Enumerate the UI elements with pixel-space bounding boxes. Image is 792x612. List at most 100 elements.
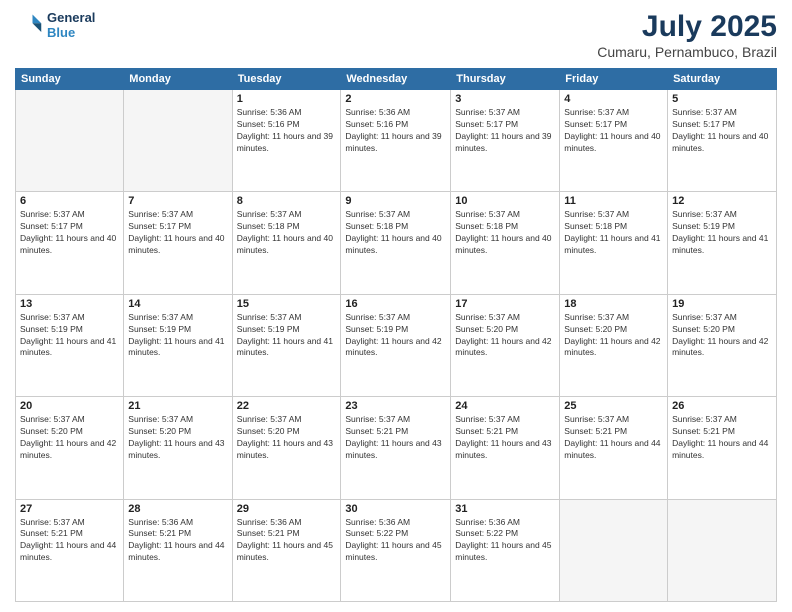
day-info: Sunrise: 5:37 AMSunset: 5:21 PMDaylight:… [672, 414, 772, 462]
day-info: Sunrise: 5:37 AMSunset: 5:19 PMDaylight:… [237, 312, 337, 360]
calendar-cell: 18 Sunrise: 5:37 AMSunset: 5:20 PMDayligh… [560, 294, 668, 396]
logo: General Blue [15, 10, 95, 40]
week-row-1: 1Sunrise: 5:36 AMSunset: 5:16 PMDaylight… [16, 90, 777, 192]
week-row-5: 27 Sunrise: 5:37 AMSunset: 5:21 PMDayligh… [16, 499, 777, 601]
day-number: 11 [564, 195, 663, 207]
day-number: 9 [345, 195, 446, 207]
day-info: Sunrise: 5:37 AMSunset: 5:21 PMDaylight:… [20, 517, 119, 565]
calendar-cell [668, 499, 777, 601]
weekday-header-thursday: Thursday [451, 69, 560, 90]
calendar-cell: 16 Sunrise: 5:37 AMSunset: 5:19 PMDayligh… [341, 294, 451, 396]
day-info: Sunrise: 5:37 AMSunset: 5:20 PMDaylight:… [455, 312, 555, 360]
calendar-cell: 23 Sunrise: 5:37 AMSunset: 5:21 PMDayligh… [341, 397, 451, 499]
day-number: 18 [564, 298, 663, 310]
day-info: Sunrise: 5:37 AMSunset: 5:21 PMDaylight:… [345, 414, 446, 462]
day-info: Sunrise: 5:36 AMSunset: 5:21 PMDaylight:… [128, 517, 227, 565]
day-info: Sunrise: 5:37 AMSunset: 5:21 PMDaylight:… [564, 414, 663, 462]
day-info: Sunrise: 5:37 AMSunset: 5:21 PMDaylight:… [455, 414, 555, 462]
day-info: Sunrise: 5:37 AMSunset: 5:18 PMDaylight:… [564, 209, 663, 257]
calendar-cell: 11 Sunrise: 5:37 AMSunset: 5:18 PMDayligh… [560, 192, 668, 294]
weekday-header-monday: Monday [124, 69, 232, 90]
calendar-cell: 17 Sunrise: 5:37 AMSunset: 5:20 PMDayligh… [451, 294, 560, 396]
day-info: Sunrise: 5:37 AMSunset: 5:17 PMDaylight:… [128, 209, 227, 257]
calendar-cell: 24Sunrise: 5:37 AMSunset: 5:21 PMDayligh… [451, 397, 560, 499]
day-number: 27 [20, 503, 119, 515]
day-number: 22 [237, 400, 337, 412]
calendar-cell: 1Sunrise: 5:36 AMSunset: 5:16 PMDaylight… [232, 90, 341, 192]
page: General Blue July 2025 Cumaru, Pernambuc… [0, 0, 792, 612]
day-info: Sunrise: 5:37 AMSunset: 5:19 PMDaylight:… [672, 209, 772, 257]
weekday-header-friday: Friday [560, 69, 668, 90]
calendar-cell: 3 Sunrise: 5:37 AMSunset: 5:17 PMDaylight… [451, 90, 560, 192]
calendar-cell: 25 Sunrise: 5:37 AMSunset: 5:21 PMDayligh… [560, 397, 668, 499]
day-number: 28 [128, 503, 227, 515]
day-number: 19 [672, 298, 772, 310]
calendar-cell: 2 Sunrise: 5:36 AMSunset: 5:16 PMDaylight… [341, 90, 451, 192]
day-number: 15 [237, 298, 337, 310]
day-number: 7 [128, 195, 227, 207]
calendar-cell: 31Sunrise: 5:36 AMSunset: 5:22 PMDayligh… [451, 499, 560, 601]
calendar-cell: 14 Sunrise: 5:37 AMSunset: 5:19 PMDayligh… [124, 294, 232, 396]
day-info: Sunrise: 5:37 AMSunset: 5:20 PMDaylight:… [564, 312, 663, 360]
day-info: Sunrise: 5:37 AMSunset: 5:17 PMDaylight:… [564, 107, 663, 155]
calendar-cell: 15 Sunrise: 5:37 AMSunset: 5:19 PMDayligh… [232, 294, 341, 396]
day-info: Sunrise: 5:37 AMSunset: 5:19 PMDaylight:… [20, 312, 119, 360]
calendar-cell [560, 499, 668, 601]
weekday-header-tuesday: Tuesday [232, 69, 341, 90]
day-number: 30 [345, 503, 446, 515]
week-row-3: 13 Sunrise: 5:37 AMSunset: 5:19 PMDayligh… [16, 294, 777, 396]
calendar-cell: 6 Sunrise: 5:37 AMSunset: 5:17 PMDaylight… [16, 192, 124, 294]
calendar-cell: 19 Sunrise: 5:37 AMSunset: 5:20 PMDayligh… [668, 294, 777, 396]
calendar-cell: 8 Sunrise: 5:37 AMSunset: 5:18 PMDaylight… [232, 192, 341, 294]
day-number: 25 [564, 400, 663, 412]
calendar-cell: 30Sunrise: 5:36 AMSunset: 5:22 PMDayligh… [341, 499, 451, 601]
day-info: Sunrise: 5:37 AMSunset: 5:20 PMDaylight:… [237, 414, 337, 462]
day-number: 16 [345, 298, 446, 310]
day-info: Sunrise: 5:37 AMSunset: 5:20 PMDaylight:… [128, 414, 227, 462]
header: General Blue July 2025 Cumaru, Pernambuc… [15, 10, 777, 60]
calendar-cell [16, 90, 124, 192]
day-info: Sunrise: 5:36 AMSunset: 5:22 PMDaylight:… [455, 517, 555, 565]
day-info: Sunrise: 5:37 AMSunset: 5:17 PMDaylight:… [455, 107, 555, 155]
day-info: Sunrise: 5:37 AMSunset: 5:17 PMDaylight:… [672, 107, 772, 155]
day-number: 13 [20, 298, 119, 310]
day-number: 21 [128, 400, 227, 412]
day-number: 23 [345, 400, 446, 412]
logo-text: General Blue [47, 10, 95, 40]
day-number: 4 [564, 93, 663, 105]
day-info: Sunrise: 5:37 AMSunset: 5:17 PMDaylight:… [20, 209, 119, 257]
day-number: 5 [672, 93, 772, 105]
day-number: 2 [345, 93, 446, 105]
day-info: Sunrise: 5:36 AMSunset: 5:16 PMDaylight:… [345, 107, 446, 155]
calendar-cell: 26Sunrise: 5:37 AMSunset: 5:21 PMDayligh… [668, 397, 777, 499]
calendar-cell: 22 Sunrise: 5:37 AMSunset: 5:20 PMDayligh… [232, 397, 341, 499]
day-number: 14 [128, 298, 227, 310]
month-title: July 2025 [597, 10, 777, 44]
day-number: 8 [237, 195, 337, 207]
week-row-2: 6 Sunrise: 5:37 AMSunset: 5:17 PMDaylight… [16, 192, 777, 294]
day-number: 12 [672, 195, 772, 207]
calendar-cell: 9Sunrise: 5:37 AMSunset: 5:18 PMDaylight… [341, 192, 451, 294]
day-number: 3 [455, 93, 555, 105]
calendar-cell: 28 Sunrise: 5:36 AMSunset: 5:21 PMDayligh… [124, 499, 232, 601]
day-number: 6 [20, 195, 119, 207]
calendar-cell: 10Sunrise: 5:37 AMSunset: 5:18 PMDayligh… [451, 192, 560, 294]
calendar-cell [124, 90, 232, 192]
weekday-header-sunday: Sunday [16, 69, 124, 90]
weekday-header-row: SundayMondayTuesdayWednesdayThursdayFrid… [16, 69, 777, 90]
calendar-table: SundayMondayTuesdayWednesdayThursdayFrid… [15, 68, 777, 602]
day-info: Sunrise: 5:37 AMSunset: 5:19 PMDaylight:… [128, 312, 227, 360]
day-info: Sunrise: 5:37 AMSunset: 5:19 PMDaylight:… [345, 312, 446, 360]
day-info: Sunrise: 5:36 AMSunset: 5:16 PMDaylight:… [237, 107, 337, 155]
day-number: 10 [455, 195, 555, 207]
day-number: 17 [455, 298, 555, 310]
calendar-cell: 13 Sunrise: 5:37 AMSunset: 5:19 PMDayligh… [16, 294, 124, 396]
location-title: Cumaru, Pernambuco, Brazil [597, 44, 777, 60]
day-info: Sunrise: 5:37 AMSunset: 5:18 PMDaylight:… [237, 209, 337, 257]
day-info: Sunrise: 5:37 AMSunset: 5:20 PMDaylight:… [672, 312, 772, 360]
calendar-cell: 29Sunrise: 5:36 AMSunset: 5:21 PMDayligh… [232, 499, 341, 601]
week-row-4: 20Sunrise: 5:37 AMSunset: 5:20 PMDayligh… [16, 397, 777, 499]
calendar-cell: 27 Sunrise: 5:37 AMSunset: 5:21 PMDayligh… [16, 499, 124, 601]
day-info: Sunrise: 5:36 AMSunset: 5:21 PMDaylight:… [237, 517, 337, 565]
calendar-cell: 4 Sunrise: 5:37 AMSunset: 5:17 PMDaylight… [560, 90, 668, 192]
